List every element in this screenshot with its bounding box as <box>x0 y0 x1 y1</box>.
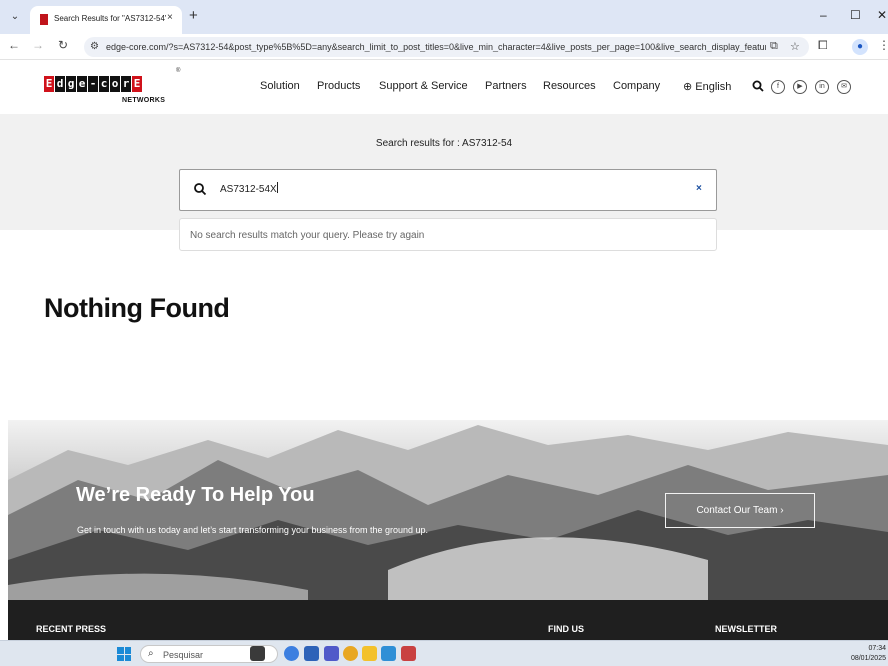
header-search-icon[interactable] <box>752 80 764 95</box>
hero-subtitle: Get in touch with us today and let’s sta… <box>77 525 429 535</box>
taskbar-search-icon: ⌕ <box>148 648 154 659</box>
search-box[interactable]: AS7312-54X × <box>179 169 717 211</box>
logo-letter: r <box>121 76 131 92</box>
facebook-icon[interactable]: f <box>771 80 785 94</box>
email-icon[interactable]: ✉ <box>837 80 851 94</box>
globe-icon: ⊕ <box>683 81 693 93</box>
edgecore-logo[interactable]: Edge-corE <box>44 76 143 92</box>
clock-date: 08/01/2025 <box>850 655 886 662</box>
logo-letter: c <box>99 76 109 92</box>
search-results-title: Search results for : AS7312-54 <box>375 138 513 149</box>
taskbar-clock[interactable]: 07:34 08/01/2025 <box>840 644 886 664</box>
copilot-app-icon[interactable] <box>284 646 299 661</box>
tab-search-button[interactable]: ⌄ <box>6 8 24 26</box>
minimize-button[interactable]: – <box>820 8 827 22</box>
windows-start-icon[interactable] <box>117 647 131 661</box>
logo-subtitle: NETWORKS <box>122 97 166 104</box>
chrome-app-icon[interactable] <box>343 646 358 661</box>
language-selector[interactable]: ⊕ English <box>683 80 731 93</box>
contact-our-team-button[interactable]: Contact Our Team › <box>665 493 815 528</box>
nav-partners[interactable]: Partners <box>485 80 527 92</box>
extensions-icon[interactable]: ⧠ <box>818 38 828 53</box>
nav-company[interactable]: Company <box>613 80 660 92</box>
logo-letter: E <box>132 76 142 92</box>
site-header: Edge-corE ® NETWORKS Solution Products S… <box>0 60 888 114</box>
nothing-found-heading: Nothing Found <box>44 293 230 323</box>
logo-letter: e <box>77 76 87 92</box>
photos-app-icon[interactable] <box>304 646 319 661</box>
logo-letter: g <box>66 76 76 92</box>
logo-letter: E <box>44 76 54 92</box>
address-bar-row: ← → ↻ ⚙ edge-core.com/?s=AS7312-54&post_… <box>0 34 888 60</box>
clock-time: 07:34 <box>868 645 886 652</box>
no-results-message-box: No search results match your query. Plea… <box>179 218 717 251</box>
nav-solution[interactable]: Solution <box>260 80 300 92</box>
active-tab[interactable]: Search Results for "AS7312-54" × <box>30 6 182 34</box>
windows-taskbar: ⌕ Pesquisar 07:34 08/01/2025 <box>0 640 888 666</box>
search-input[interactable]: AS7312-54X <box>220 182 640 195</box>
profile-avatar-icon[interactable]: ● <box>852 39 868 55</box>
browser-menu-icon[interactable]: ⋮ <box>878 38 888 52</box>
linkedin-icon[interactable]: in <box>815 80 829 94</box>
browser-tab-strip: ⌄ Search Results for "AS7312-54" × + – ☐… <box>0 0 888 34</box>
language-label: English <box>695 81 732 93</box>
forward-arrow-icon[interactable]: → <box>32 38 44 52</box>
nav-products[interactable]: Products <box>317 80 360 92</box>
search-results-band: Search results for : AS7312-54 AS7312-54… <box>0 114 888 230</box>
site-info-icon[interactable]: ⚙ <box>90 41 99 52</box>
notepad-app-icon[interactable] <box>381 646 396 661</box>
nav-resources[interactable]: Resources <box>543 80 596 92</box>
teams-app-icon[interactable] <box>324 646 339 661</box>
contact-hero-banner: We’re Ready To Help You Get in touch wit… <box>8 420 888 600</box>
logo-registered-mark: ® <box>176 68 181 74</box>
youtube-icon[interactable]: ▶ <box>793 80 807 94</box>
footer-recent-press-heading: RECENT PRESS <box>36 624 107 634</box>
no-results-text: No search results match your query. Plea… <box>190 230 425 241</box>
snipping-tool-icon[interactable] <box>401 646 416 661</box>
text-caret <box>276 182 278 193</box>
site-favicon-icon <box>40 14 48 25</box>
logo-letter: - <box>88 76 98 92</box>
close-window-button[interactable]: ✕ <box>877 8 887 22</box>
maximize-button[interactable]: ☐ <box>850 8 861 22</box>
footer-find-us-heading: FIND US <box>548 624 584 634</box>
logo-letter: o <box>110 76 120 92</box>
hero-title: We’re Ready To Help You <box>76 484 315 506</box>
logo-letter: d <box>55 76 65 92</box>
nav-support-service[interactable]: Support & Service <box>379 80 468 92</box>
clear-search-icon[interactable]: × <box>696 183 702 194</box>
reload-icon[interactable]: ↻ <box>58 38 68 52</box>
search-query-text: AS7312-54X <box>220 184 277 195</box>
taskbar-search-placeholder: Pesquisar <box>163 650 204 660</box>
file-explorer-icon[interactable] <box>362 646 377 661</box>
new-tab-button[interactable]: + <box>189 7 198 24</box>
tab-close-icon[interactable]: × <box>167 12 173 23</box>
bookmark-star-icon[interactable]: ☆ <box>790 40 800 53</box>
search-icon <box>194 183 207 196</box>
camera-app-icon[interactable] <box>250 646 265 661</box>
translate-icon[interactable]: ⧉ <box>770 40 778 53</box>
site-footer: RECENT PRESS FIND US NEWSLETTER <box>8 600 888 640</box>
url-text[interactable]: edge-core.com/?s=AS7312-54&post_type%5B%… <box>106 42 766 52</box>
back-arrow-icon[interactable]: ← <box>8 38 20 52</box>
tab-title: Search Results for "AS7312-54" <box>54 14 166 23</box>
omnibox[interactable]: ⚙ edge-core.com/?s=AS7312-54&post_type%5… <box>84 37 809 57</box>
footer-newsletter-heading: NEWSLETTER <box>715 624 777 634</box>
